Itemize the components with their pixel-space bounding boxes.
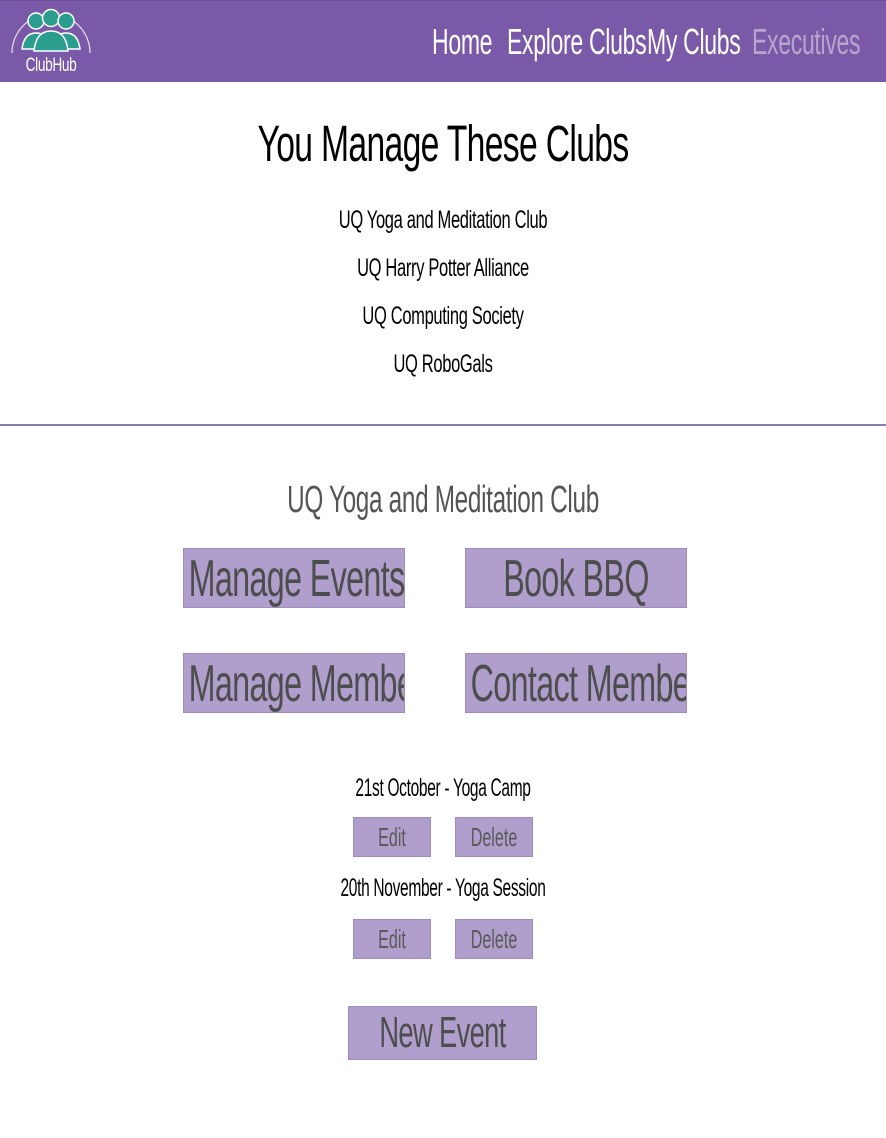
nav-link-explore-clubs[interactable]: Explore Clubs — [507, 19, 647, 65]
book-bbq-button[interactable]: Book BBQ — [465, 548, 687, 608]
logo-text: ClubHub — [25, 55, 77, 76]
page-title: You Manage These Clubs — [257, 115, 630, 172]
delete-event-button[interactable]: Delete — [455, 817, 533, 857]
top-navbar: ClubHub Home Explore Clubs My Clubs Exec… — [0, 0, 886, 82]
nav-link-my-clubs[interactable]: My Clubs — [647, 19, 741, 65]
managed-club-list: UQ Yoga and Meditation Club UQ Harry Pot… — [0, 200, 886, 392]
edit-event-button[interactable]: Edit — [353, 919, 431, 959]
contact-members-button[interactable]: Contact Members — [465, 653, 687, 713]
manage-members-button[interactable]: Manage Members — [183, 653, 405, 713]
manage-events-label: Manage Events — [188, 550, 405, 608]
managed-club-item[interactable]: UQ Computing Society — [151, 296, 736, 344]
contact-members-label: Contact Members — [470, 655, 687, 713]
delete-label: Delete — [470, 822, 518, 852]
selected-club-name: UQ Yoga and Meditation Club — [287, 479, 599, 521]
delete-event-button[interactable]: Delete — [455, 919, 533, 959]
book-bbq-label: Book BBQ — [503, 550, 649, 608]
event-title: 21st October - Yoga Camp — [355, 774, 531, 802]
section-divider — [0, 424, 886, 426]
manage-members-label: Manage Members — [188, 655, 404, 713]
delete-label: Delete — [470, 924, 518, 954]
managed-club-item[interactable]: UQ Harry Potter Alliance — [151, 248, 736, 296]
clubhub-logo[interactable]: ClubHub — [10, 5, 94, 79]
manage-events-button[interactable]: Manage Events — [183, 548, 405, 608]
people-group-logo-icon — [11, 8, 91, 54]
new-event-button[interactable]: New Event — [348, 1006, 537, 1060]
edit-label: Edit — [378, 822, 406, 852]
edit-label: Edit — [378, 924, 406, 954]
managed-club-item[interactable]: UQ Yoga and Meditation Club — [151, 200, 736, 248]
edit-event-button[interactable]: Edit — [353, 817, 431, 857]
nav-link-executives[interactable]: Executives — [752, 19, 861, 65]
managed-club-item[interactable]: UQ RoboGals — [151, 344, 736, 392]
new-event-label: New Event — [379, 1008, 506, 1057]
event-title: 20th November - Yoga Session — [340, 874, 546, 902]
nav-link-home[interactable]: Home — [432, 19, 493, 65]
